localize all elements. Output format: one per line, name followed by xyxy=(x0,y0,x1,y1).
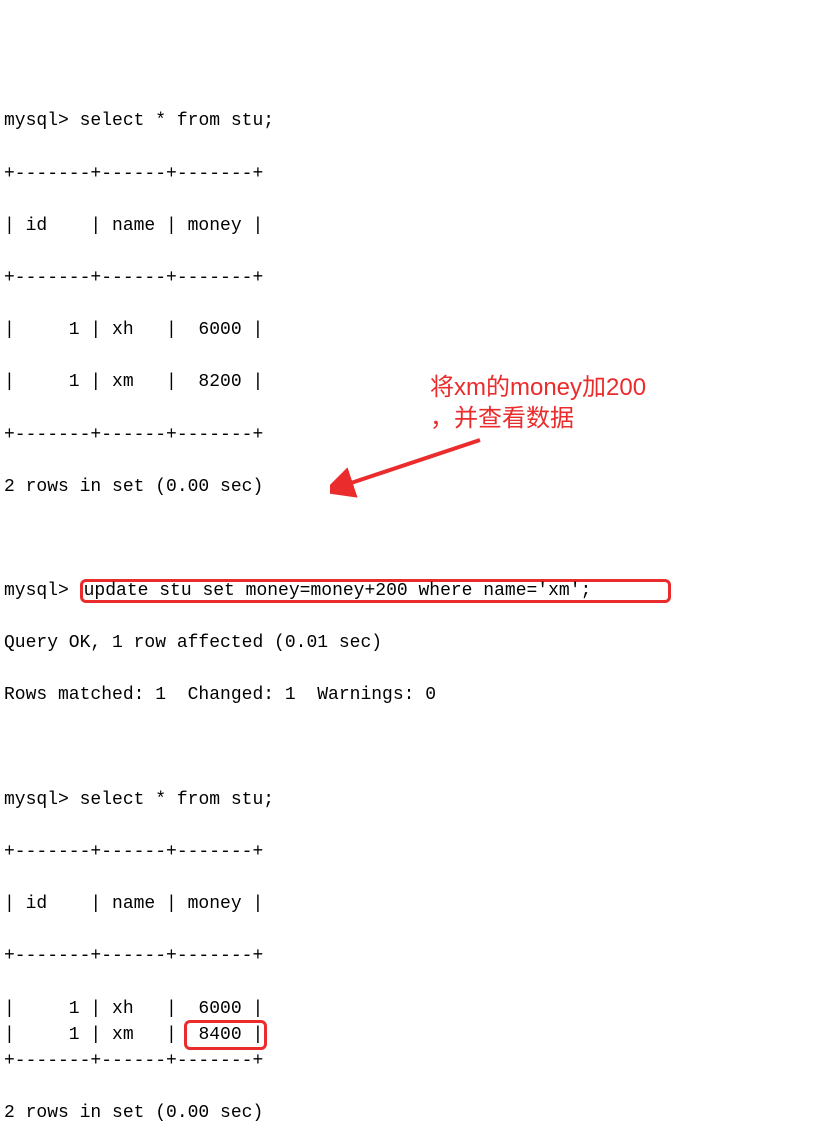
query3-status: 2 rows in set (0.00 sec) xyxy=(4,1100,812,1126)
highlighted-value-container: 8400 | xyxy=(188,1022,264,1048)
query1-line: mysql> select * from stu; xyxy=(4,108,812,134)
mysql-prompt-3: mysql> xyxy=(4,790,69,810)
blank-1 xyxy=(4,526,812,552)
table2-border-top: +-------+------+-------+ xyxy=(4,839,812,865)
query3-line: mysql> select * from stu; xyxy=(4,787,812,813)
blank-2 xyxy=(4,735,812,761)
highlighted-value: 8400 | xyxy=(198,1025,263,1045)
annotation-line2: ，并查看数据 xyxy=(430,405,574,432)
table1-border-mid: +-------+------+-------+ xyxy=(4,265,812,291)
query2-line: mysql> update stu set money=money+200 wh… xyxy=(4,578,812,604)
annotation-line1: 将xm的money加200 xyxy=(430,374,646,401)
table1-row-1: | 1 | xh | 6000 | xyxy=(4,317,812,343)
query1-status: 2 rows in set (0.00 sec) xyxy=(4,474,812,500)
highlighted-sql-box: update stu set money=money+200 where nam… xyxy=(80,579,671,603)
table1-border-top: +-------+------+-------+ xyxy=(4,161,812,187)
query1-sql: select * from stu; xyxy=(80,111,274,131)
table2-border-bot: +-------+------+-------+ xyxy=(4,1048,812,1074)
mysql-prompt-2: mysql> xyxy=(4,581,69,601)
mysql-prompt: mysql> xyxy=(4,111,69,131)
query2-result-1: Query OK, 1 row affected (0.01 sec) xyxy=(4,630,812,656)
query3-sql: select * from stu; xyxy=(80,790,274,810)
query2-result-2: Rows matched: 1 Changed: 1 Warnings: 0 xyxy=(4,682,812,708)
table1-header: | id | name | money | xyxy=(4,213,812,239)
table2-header: | id | name | money | xyxy=(4,891,812,917)
annotation-text: 将xm的money加200 ，并查看数据 xyxy=(430,372,710,434)
query2-sql: update stu set money=money+200 where nam… xyxy=(84,581,592,601)
table2-border-mid: +-------+------+-------+ xyxy=(4,943,812,969)
